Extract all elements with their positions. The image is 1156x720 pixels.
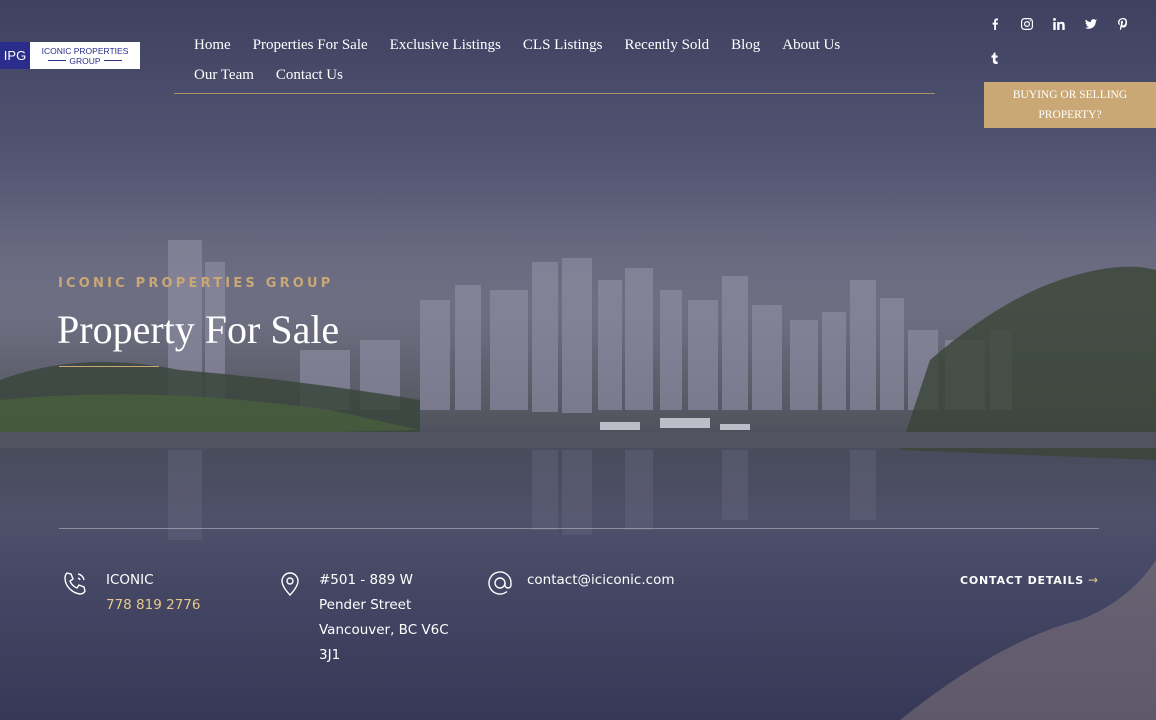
nav-row-1: Home Properties For Sale Exclusive Listi…	[194, 30, 935, 60]
logo-line-1: ICONIC PROPERTIES	[41, 45, 129, 56]
tumblr-icon[interactable]	[979, 48, 1011, 68]
address-line-1: #501 - 889 W	[319, 572, 413, 588]
phone-name: ICONIC	[106, 572, 154, 588]
buying-or-selling-cta-button[interactable]: BUYING OR SELLING PROPERTY?	[984, 82, 1156, 128]
logo-line-2: GROUP	[48, 56, 121, 66]
pinterest-icon[interactable]	[1107, 14, 1139, 34]
title-divider	[59, 366, 159, 367]
nav-item-contact-us[interactable]: Contact Us	[276, 67, 343, 84]
nav-item-home[interactable]: Home	[194, 37, 231, 54]
linkedin-icon[interactable]	[1043, 14, 1075, 34]
nav-item-blog[interactable]: Blog	[731, 37, 760, 54]
address-line-2: Pender Street	[319, 597, 412, 613]
nav-item-properties-for-sale[interactable]: Properties For Sale	[253, 37, 368, 54]
nav-item-about-us[interactable]: About Us	[782, 37, 840, 54]
contact-details-link[interactable]: CONTACT DETAILS →	[960, 573, 1099, 587]
nav-item-cls-listings[interactable]: CLS Listings	[523, 37, 603, 54]
nav-item-our-team[interactable]: Our Team	[194, 67, 254, 84]
address-line-3: Vancouver, BC V6C	[319, 622, 449, 638]
nav-item-exclusive-listings[interactable]: Exclusive Listings	[390, 37, 501, 54]
contact-phone: ICONIC 778 819 2776	[60, 568, 200, 618]
main-navigation: Home Properties For Sale Exclusive Listi…	[174, 30, 935, 94]
arrow-right-icon: →	[1088, 573, 1099, 587]
social-links	[979, 14, 1156, 68]
location-pin-icon	[275, 568, 305, 668]
twitter-icon[interactable]	[1075, 14, 1107, 34]
logo-wordmark: ICONIC PROPERTIES GROUP	[30, 42, 140, 69]
instagram-icon[interactable]	[1011, 14, 1043, 34]
address-line-4: 3J1	[319, 647, 341, 663]
nav-row-2: Our Team Contact Us	[194, 60, 935, 90]
phone-number-link[interactable]: 778 819 2776	[106, 597, 200, 613]
contact-email: contact@iciconic.com	[485, 568, 674, 603]
page-title: Property For Sale	[57, 307, 340, 352]
contact-divider	[59, 528, 1099, 529]
contact-address: #501 - 889 W Pender Street Vancouver, BC…	[275, 568, 449, 668]
hero-eyebrow: ICONIC PROPERTIES GROUP	[58, 276, 334, 291]
site-logo[interactable]: IPG ICONIC PROPERTIES GROUP	[0, 42, 140, 69]
nav-item-recently-sold[interactable]: Recently Sold	[625, 37, 710, 54]
email-link[interactable]: contact@iciconic.com	[527, 572, 674, 588]
phone-icon	[60, 568, 90, 618]
at-sign-icon	[485, 568, 515, 603]
contact-details-label: CONTACT DETAILS	[960, 573, 1085, 587]
logo-mark: IPG	[0, 42, 30, 69]
facebook-icon[interactable]	[979, 14, 1011, 34]
